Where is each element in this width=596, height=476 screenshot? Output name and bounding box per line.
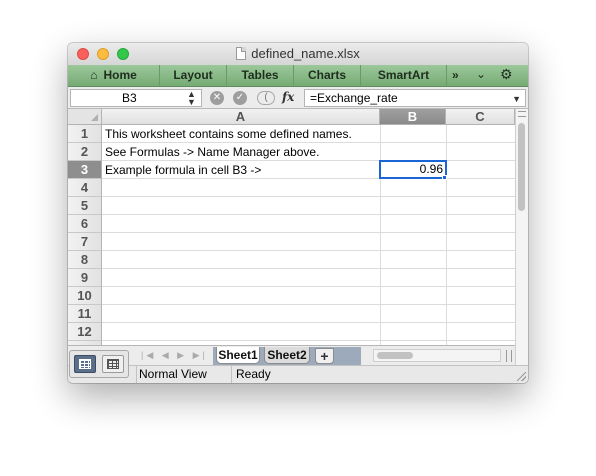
tab-charts[interactable]: Charts	[294, 65, 361, 86]
name-box-stepper[interactable]: ▲ ▼	[187, 90, 196, 107]
house-icon: ⌂	[90, 68, 98, 82]
row-header-8[interactable]: 8	[68, 251, 102, 269]
tab-home[interactable]: ⌂ Home	[68, 65, 160, 86]
paren-button[interactable]: (	[257, 91, 275, 105]
gridline	[102, 340, 515, 341]
sheet-tab-sheet1[interactable]: Sheet1	[216, 347, 260, 364]
tab-tables[interactable]: Tables	[227, 65, 294, 86]
row-header-5[interactable]: 5	[68, 197, 102, 215]
view-buttons	[69, 350, 129, 378]
cell-b3-selected[interactable]: 0.96	[379, 160, 447, 179]
tab-smartart[interactable]: SmartArt	[361, 65, 447, 86]
row-header-6[interactable]: 6	[68, 215, 102, 233]
formula-text: =Exchange_rate	[310, 91, 398, 105]
row-header-7[interactable]: 7	[68, 233, 102, 251]
normal-view-button[interactable]	[74, 355, 96, 373]
cancel-formula-button[interactable]: ✕	[210, 91, 224, 105]
horizontal-scroll-thumb[interactable]	[377, 352, 413, 359]
worksheet-grid[interactable]: A B C 1 2 3 4 5 6 7 8 9 10 11 12 13 This…	[68, 109, 515, 345]
vertical-scroll-thumb[interactable]	[518, 123, 525, 211]
column-header-c[interactable]: C	[446, 109, 515, 125]
window-title: defined_name.xlsx	[251, 46, 360, 61]
row-header-10[interactable]: 10	[68, 287, 102, 305]
gridline	[446, 125, 447, 345]
page-layout-view-button[interactable]	[102, 355, 124, 373]
status-bar: Normal View Ready	[68, 365, 528, 383]
split-handle[interactable]	[518, 111, 526, 117]
grid-icon	[79, 359, 91, 369]
horizontal-scrollbar[interactable]	[373, 349, 501, 362]
gridline	[102, 232, 515, 233]
status-view-mode: Normal View	[136, 366, 232, 383]
name-box[interactable]: B3	[70, 89, 202, 107]
gridline	[380, 125, 381, 345]
row-header-2[interactable]: 2	[68, 143, 102, 161]
row-header-3[interactable]: 3	[68, 161, 102, 179]
row-header-12[interactable]: 12	[68, 323, 102, 341]
resize-grip-icon[interactable]	[517, 372, 526, 381]
gridline	[102, 304, 515, 305]
fill-handle[interactable]	[442, 175, 447, 180]
status-ready: Ready	[236, 367, 271, 381]
row-header-11[interactable]: 11	[68, 305, 102, 323]
excel-window: defined_name.xlsx ⌂ Home Layout Tables Ch…	[68, 43, 528, 383]
tab-layout[interactable]: Layout	[160, 65, 227, 86]
enter-formula-button[interactable]: ✓	[233, 91, 247, 105]
page-layout-icon	[107, 359, 119, 369]
cell-a3[interactable]: Example formula in cell B3 ->	[105, 161, 261, 179]
chevron-down-icon[interactable]: ⌄	[476, 67, 486, 81]
gridline	[102, 250, 515, 251]
tab-tables-label: Tables	[241, 68, 279, 82]
gridline	[102, 322, 515, 323]
formula-input[interactable]: =Exchange_rate ▼	[304, 89, 526, 107]
column-header-a[interactable]: A	[102, 109, 380, 125]
row-header-1[interactable]: 1	[68, 125, 102, 143]
tab-smartart-label: SmartArt	[377, 68, 430, 82]
cell-a2[interactable]: See Formulas -> Name Manager above.	[105, 143, 319, 161]
row-header-9[interactable]: 9	[68, 269, 102, 287]
tab-charts-label: Charts	[307, 68, 346, 82]
sheet-tab-sheet2[interactable]: Sheet2	[264, 347, 310, 364]
add-sheet-button[interactable]: +	[315, 348, 334, 364]
formula-bar: B3 ▲ ▼ ✕ ✓ ( fx =Exchange_rate ▼	[68, 87, 528, 109]
gridline	[102, 286, 515, 287]
sheet-nav-arrows[interactable]: |◀ ◀ ▶ ▶|	[141, 350, 208, 361]
formula-expand-icon[interactable]: ▼	[512, 91, 521, 107]
cell-a1[interactable]: This worksheet contains some defined nam…	[105, 125, 352, 143]
gridline	[102, 268, 515, 269]
name-box-value: B3	[122, 91, 137, 105]
more-tabs-button[interactable]: »	[452, 68, 459, 82]
row-header-4[interactable]: 4	[68, 179, 102, 197]
sheet-tab-bar: |◀ ◀ ▶ ▶| Sheet1 Sheet2 +	[68, 345, 515, 365]
tab-layout-label: Layout	[173, 68, 213, 82]
gridline	[102, 196, 515, 197]
gear-icon[interactable]: ⚙	[500, 66, 513, 83]
horizontal-split-handle[interactable]	[506, 350, 512, 362]
vertical-scrollbar[interactable]	[515, 109, 528, 365]
tab-home-label: Home	[103, 68, 137, 82]
insert-function-button[interactable]: fx	[282, 90, 294, 104]
window-title-area: defined_name.xlsx	[68, 46, 528, 61]
column-header-b[interactable]: B	[380, 109, 446, 125]
gridline	[102, 214, 515, 215]
title-bar: defined_name.xlsx	[68, 43, 528, 65]
ribbon-tabs: ⌂ Home Layout Tables Charts SmartArt » ⌄ …	[68, 65, 528, 87]
document-icon	[236, 47, 247, 60]
select-all-corner[interactable]	[68, 109, 102, 125]
